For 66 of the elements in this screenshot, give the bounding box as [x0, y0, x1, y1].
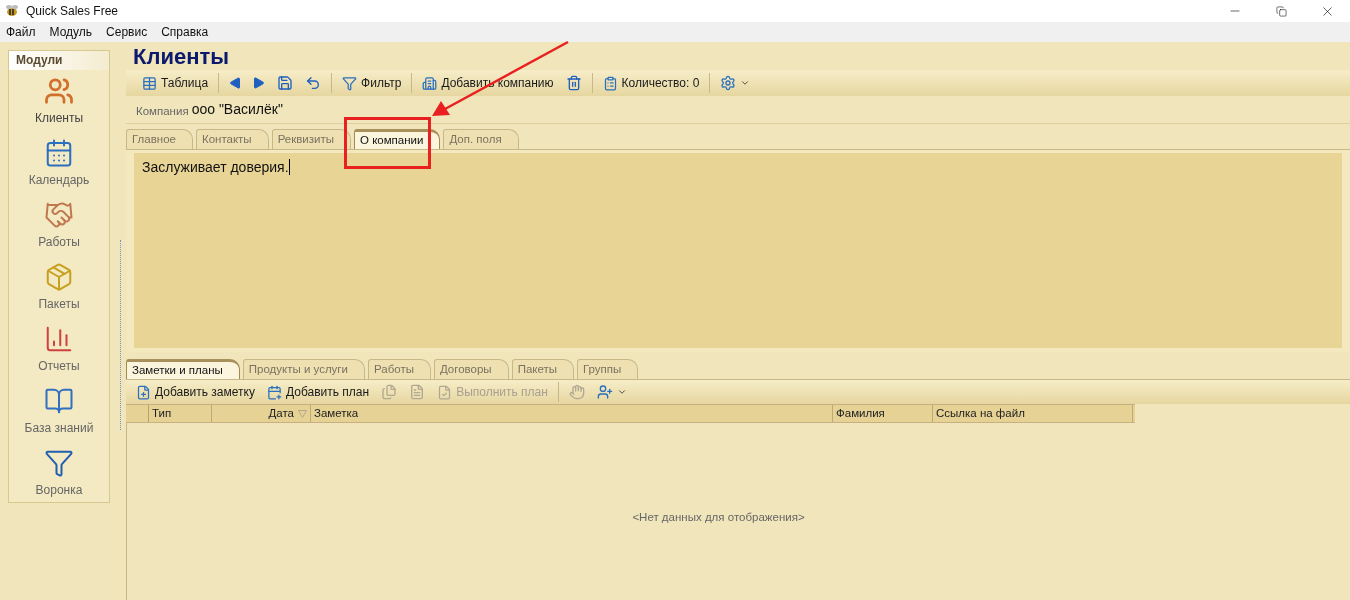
company-label: Компания [136, 103, 189, 119]
column-header[interactable]: Дата [212, 405, 311, 422]
sidebar-item[interactable]: Работы [9, 194, 109, 256]
tab[interactable]: Работы [368, 359, 431, 379]
building-delete-icon [565, 75, 582, 91]
tab[interactable]: Главное [126, 129, 193, 149]
company-name-field[interactable]: ооо "Василёк" [191, 99, 283, 120]
caret-icon [616, 387, 627, 397]
menu-item[interactable]: Справка [161, 23, 209, 41]
column-header[interactable]: Ссылка на файл [933, 405, 1133, 422]
calendar-icon [44, 137, 74, 168]
table-icon [142, 75, 157, 91]
tab[interactable]: Контакты [195, 129, 269, 149]
sidebar-item[interactable]: Отчеты [9, 318, 109, 380]
people-icon [44, 75, 74, 106]
building-add-icon [422, 75, 438, 91]
plan-add-icon [266, 384, 282, 400]
restore-icon [1275, 5, 1287, 17]
left-arrow-icon [229, 77, 242, 89]
undo-icon [305, 75, 322, 91]
caret-icon [740, 78, 751, 88]
sidebar-item[interactable]: Календарь [9, 132, 109, 194]
tab[interactable]: Договоры [433, 359, 509, 379]
tab[interactable]: Группы [577, 359, 639, 379]
menu-item[interactable]: Модуль [49, 23, 93, 41]
tab[interactable]: Доп. поля [443, 129, 519, 149]
toolbar-button[interactable]: Добавить план [260, 381, 376, 403]
empty-message: <Нет данных для отображения> [632, 510, 805, 525]
tab[interactable]: Продукты и услуги [242, 359, 365, 379]
tab[interactable]: Реквизиты [271, 129, 351, 149]
tab[interactable]: О компании [354, 129, 441, 149]
tab[interactable]: Заметки и планы [126, 359, 240, 379]
document-icon [409, 384, 426, 400]
menu-item[interactable]: Файл [6, 23, 36, 41]
funnel-icon [342, 75, 358, 91]
document-check-icon [437, 384, 453, 400]
sidebar-item[interactable]: Воронка [9, 442, 109, 504]
page-title: Клиенты [132, 43, 230, 70]
note-add-icon [136, 384, 151, 400]
splitter-handle[interactable] [120, 240, 124, 430]
sidebar-item[interactable]: Клиенты [9, 70, 109, 132]
column-header[interactable]: Тип [149, 405, 212, 422]
toolbar-button[interactable]: Количество: 0 [596, 72, 706, 94]
column-header[interactable]: Заметка [311, 405, 833, 422]
column-header[interactable]: Фамилия [833, 405, 933, 422]
person-add-icon [596, 384, 613, 400]
toolbar-button[interactable]: Добавить компанию [416, 72, 560, 94]
menu-item[interactable]: Сервис [106, 23, 148, 41]
clipboard-icon [602, 75, 618, 91]
right-arrow-icon [253, 77, 266, 89]
window-title: Quick Sales Free [26, 3, 119, 20]
sidebar-item[interactable]: Пакеты [9, 256, 109, 318]
save-icon [277, 75, 294, 91]
sidebar-item[interactable]: База знаний [9, 380, 109, 442]
sidebar-title: Модули [9, 51, 109, 70]
toolbar-button[interactable]: Фильтр [336, 72, 408, 94]
gears-icon [720, 75, 737, 91]
sort-icon [298, 409, 307, 418]
toolbar-button[interactable]: Добавить заметку [130, 381, 261, 403]
package-icon [44, 261, 74, 292]
bee-icon [4, 4, 20, 18]
about-text-area[interactable]: Заслуживает доверия. [134, 153, 1342, 348]
tab[interactable]: Пакеты [511, 359, 574, 379]
toolbar-button[interactable]: Таблица [136, 72, 215, 94]
hand-icon [568, 384, 585, 400]
document-icon [381, 384, 398, 400]
